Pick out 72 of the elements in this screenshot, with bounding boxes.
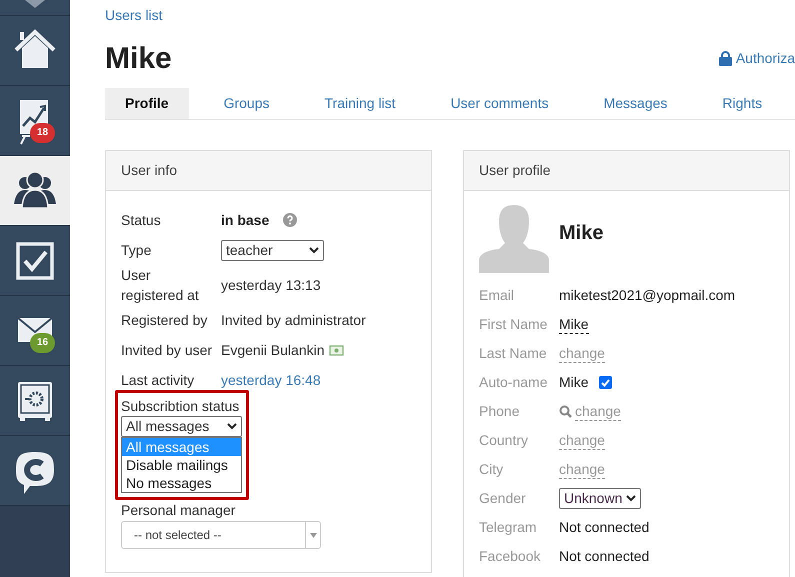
field-label: Gender: [479, 489, 527, 508]
sidebar-item[interactable]: 16: [0, 296, 70, 366]
field-label: First Name: [479, 315, 548, 334]
field-value: Not connected: [559, 547, 650, 566]
avatar-icon: [479, 203, 549, 273]
field-value: Invited by administrator: [221, 310, 366, 330]
field-label: Last Name: [479, 344, 548, 363]
change-link[interactable]: change: [559, 460, 605, 478]
panel-title: User info: [121, 161, 178, 180]
field-label: Email: [479, 286, 516, 305]
tab[interactable]: User comments: [430, 88, 569, 119]
field-value: Evgenii Bulankin: [221, 340, 325, 360]
lock-icon: [718, 50, 732, 66]
field-value: Not connected: [559, 518, 650, 537]
sidebar-item[interactable]: [0, 0, 70, 16]
sidebar-item[interactable]: [0, 156, 70, 226]
sidebar-item[interactable]: 18: [0, 86, 70, 156]
help-icon[interactable]: [283, 213, 298, 227]
field-value: Mike: [559, 373, 589, 392]
breadcrumb-link[interactable]: Users list: [105, 7, 163, 23]
gender-select[interactable]: Unknown: [559, 488, 641, 509]
field-label: Type: [121, 241, 152, 260]
count-badge: 16: [30, 333, 56, 353]
field-label: Status: [121, 211, 162, 230]
editable-value[interactable]: Mike: [559, 316, 589, 334]
sidebar-item[interactable]: [0, 436, 70, 506]
field-label: Last activity: [121, 371, 196, 390]
search-icon[interactable]: [559, 405, 572, 418]
authorization-link[interactable]: Authoriza: [718, 48, 795, 68]
subscription-select[interactable]: All messages: [121, 416, 242, 437]
sidebar-item[interactable]: [0, 226, 70, 296]
change-link[interactable]: change: [575, 402, 621, 420]
field-label: Telegram: [479, 518, 538, 537]
change-link[interactable]: change: [559, 432, 605, 450]
field-label: Invited by user: [121, 341, 214, 360]
field-value: yesterday 13:13: [221, 276, 321, 295]
chevron-icon: [626, 495, 636, 502]
profile-name: Mike: [559, 221, 604, 246]
field-label: User registered at: [121, 266, 200, 305]
tab[interactable]: Rights: [702, 88, 782, 119]
count-badge: 18: [30, 123, 56, 143]
partial-icon: [25, 0, 45, 8]
dropdown-option[interactable]: Disable mailings: [122, 456, 241, 474]
dropdown-option[interactable]: All messages: [122, 438, 241, 456]
tab[interactable]: Messages: [584, 88, 688, 119]
dropdown-option[interactable]: No messages: [122, 474, 241, 492]
caret-icon: [310, 532, 316, 538]
money-icon: [328, 344, 344, 356]
field-label: Phone: [479, 402, 520, 421]
manager-select[interactable]: -- not selected --: [121, 521, 321, 549]
checkbox[interactable]: [598, 376, 612, 389]
chevron-icon: [309, 246, 319, 254]
field-value: miketest2021@yopmail.com: [559, 286, 736, 305]
type-select[interactable]: teacher: [221, 240, 324, 260]
field-label: City: [479, 460, 504, 479]
field-label: Subscribtion status: [121, 397, 240, 416]
field-label: Registered by: [121, 311, 208, 330]
field-label: Country: [479, 431, 530, 450]
sidebar-item[interactable]: [0, 366, 70, 436]
chevron-icon: [227, 423, 237, 430]
status-value: in base: [221, 210, 270, 230]
tab[interactable]: Training list: [304, 88, 416, 119]
change-link[interactable]: change: [559, 344, 605, 362]
field-label: Personal manager: [121, 501, 236, 519]
sidebar-item[interactable]: [0, 16, 70, 86]
page-title: Mike: [105, 40, 172, 76]
tab[interactable]: Groups: [204, 88, 290, 119]
panel-title: User profile: [479, 161, 551, 180]
field-label: Facebook: [479, 547, 542, 566]
field-label: Auto-name: [479, 373, 548, 392]
activity-link[interactable]: yesterday 16:48: [221, 370, 321, 390]
tab[interactable]: Profile: [105, 88, 189, 119]
